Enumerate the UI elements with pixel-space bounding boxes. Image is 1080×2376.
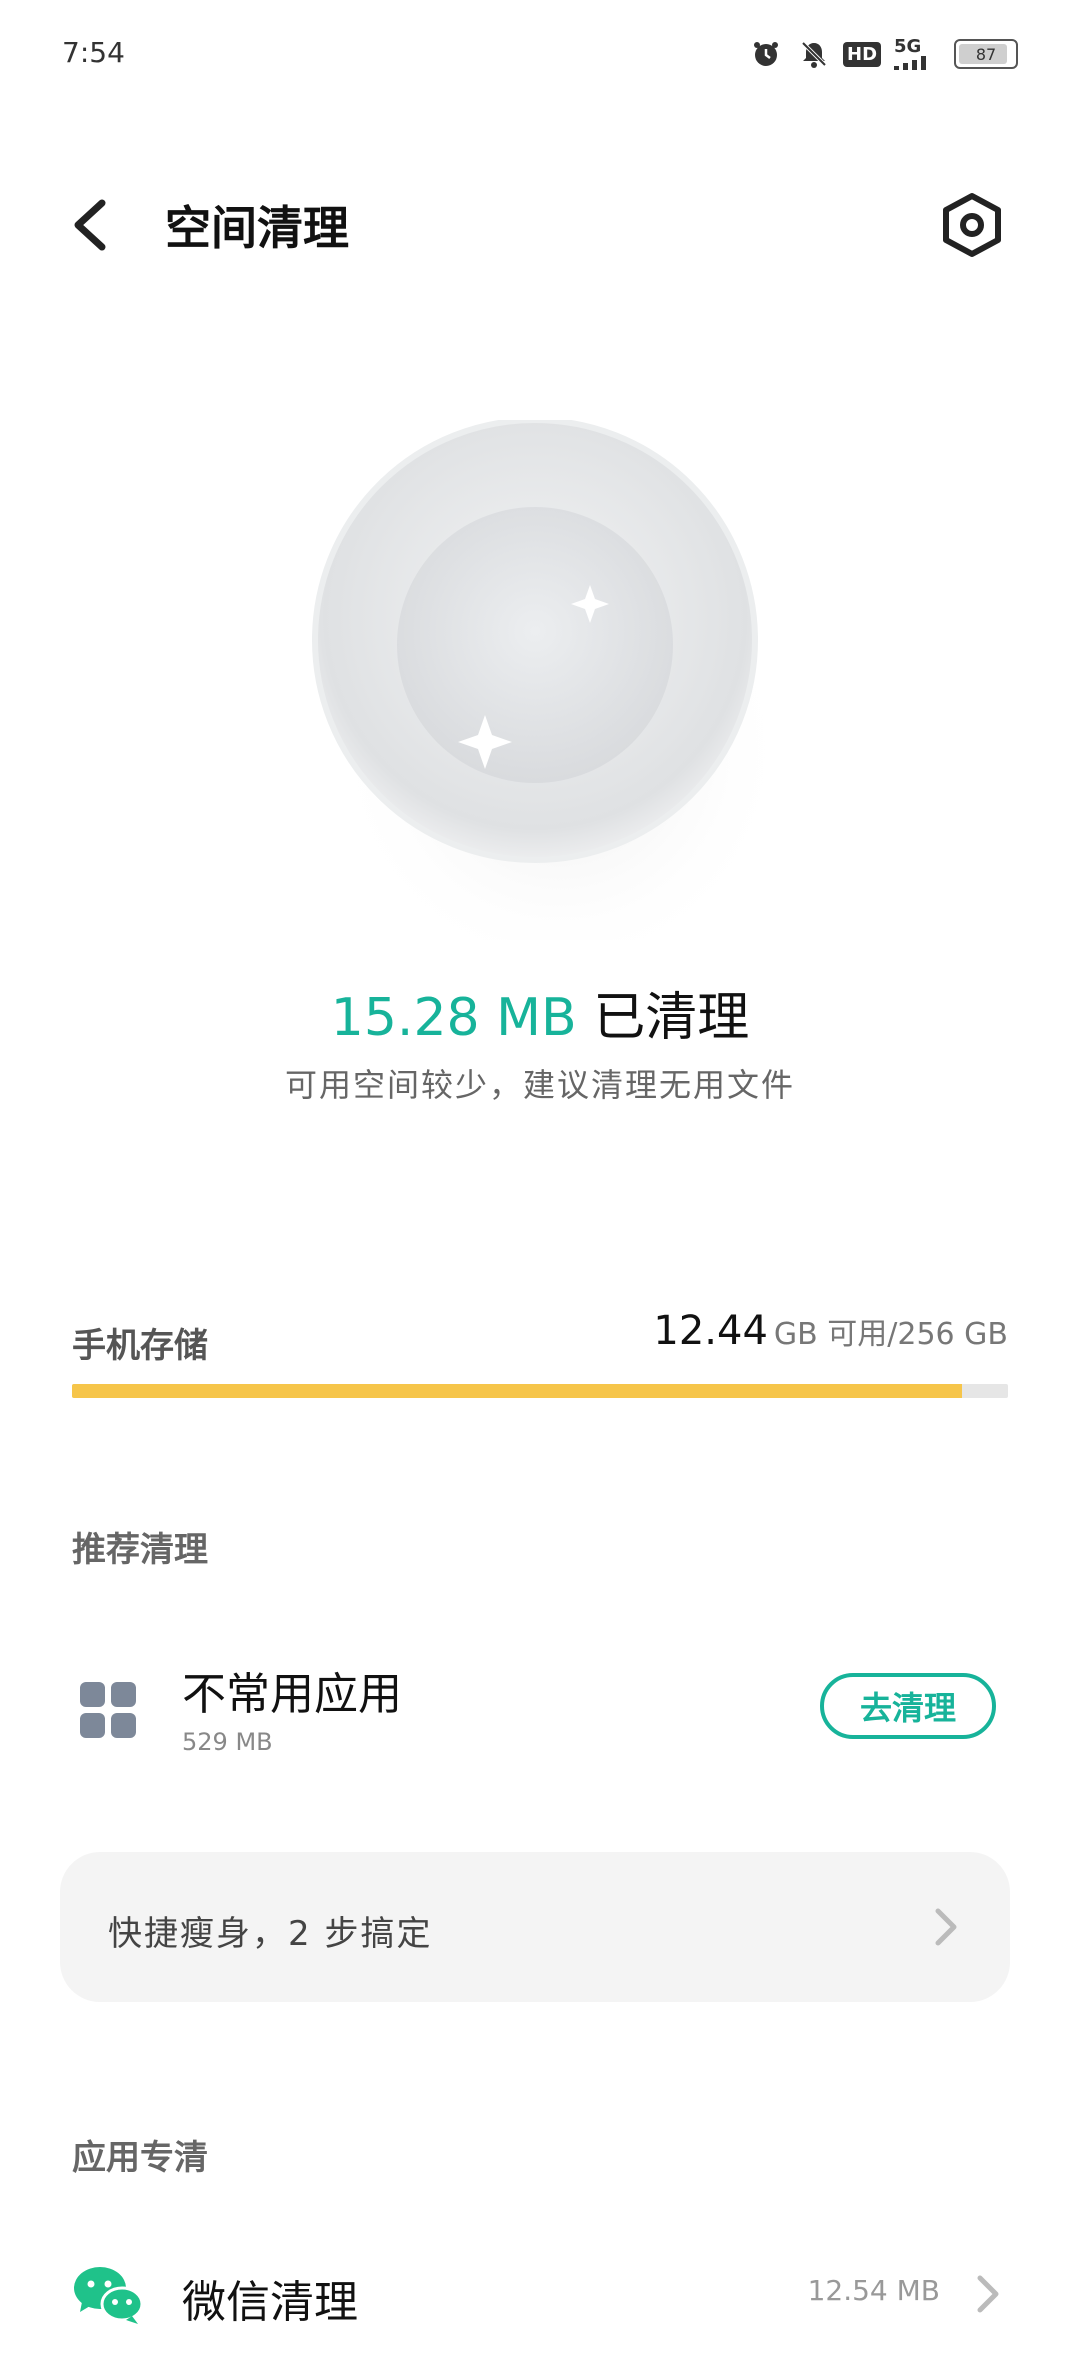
settings-hex-icon (943, 193, 1001, 257)
storage-available: 12.44 (653, 1308, 768, 1354)
storage-progress-fill (72, 1384, 963, 1398)
page-title: 空间清理 (165, 201, 349, 255)
storage-progress-bar (72, 1384, 1008, 1398)
chevron-right-icon (930, 1905, 960, 1949)
back-button[interactable] (66, 195, 120, 255)
go-clean-button[interactable]: 去清理 (820, 1673, 996, 1739)
apps-grid-icon (80, 1682, 136, 1738)
chevron-left-icon (74, 199, 106, 251)
storage-label: 手机存储 (72, 1326, 208, 1366)
mute-icon (798, 38, 830, 70)
battery-icon: 87 (954, 39, 1018, 69)
alarm-icon (750, 38, 782, 70)
storage-value: 12.44 GB 可用/256 GB (653, 1308, 1008, 1354)
wechat-icon (72, 2262, 144, 2326)
storage-total: GB 可用/256 GB (773, 1317, 1008, 1352)
unused-apps-title: 不常用应用 (182, 1669, 402, 1720)
settings-button[interactable] (940, 192, 1004, 258)
unused-apps-size: 529 MB (182, 1728, 273, 1756)
5g-signal-icon: 5G (894, 38, 938, 70)
status-time: 7:54 (62, 36, 125, 69)
wechat-clean-title[interactable]: 微信清理 (182, 2266, 358, 2330)
quick-slim-text: 快捷瘦身，2 步搞定 (108, 1914, 433, 1954)
recommend-section-title: 推荐清理 (72, 1530, 208, 1570)
cleaned-subtitle: 可用空间较少，建议清理无用文件 (284, 1066, 795, 1104)
cleaning-orb (300, 417, 790, 980)
chevron-right-icon[interactable] (972, 2272, 1002, 2316)
cleaned-label: 已清理 (593, 988, 750, 1048)
cleaned-size: 15.28 MB (330, 988, 577, 1048)
wechat-clean-size: 12.54 MB (807, 2274, 940, 2307)
cleaned-summary: 15.28 MB 已清理 (0, 975, 1080, 1050)
hd-icon: HD (843, 38, 882, 70)
status-icons: HD 5G 87 (750, 38, 1018, 70)
app-clean-section-title: 应用专清 (72, 2138, 208, 2178)
